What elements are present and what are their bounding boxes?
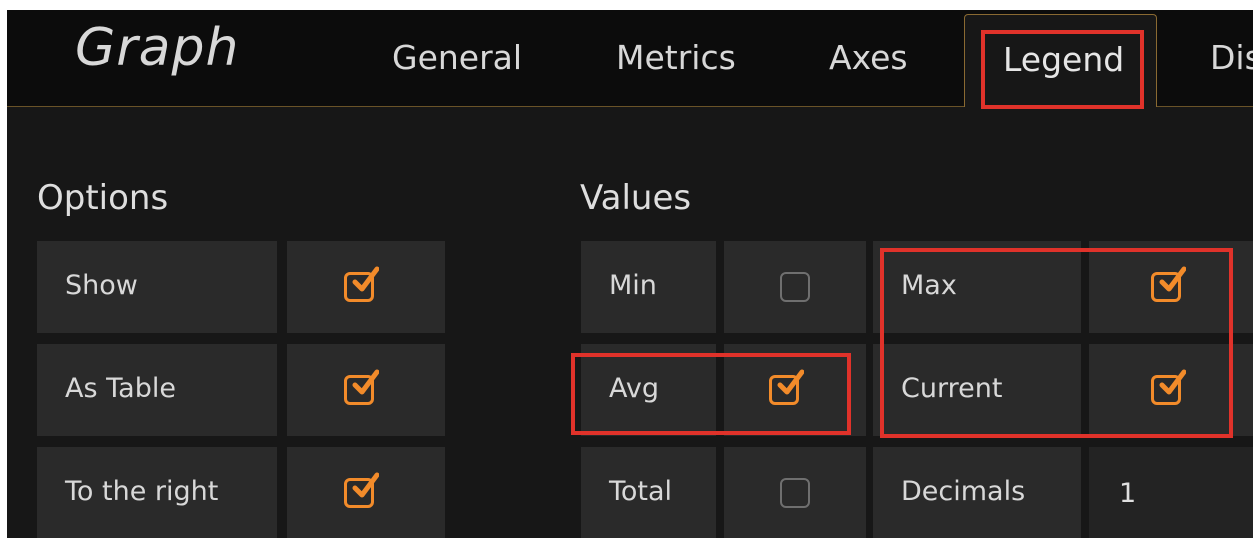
- option-show-checkbox-cell[interactable]: [287, 241, 445, 333]
- decimals-label: Decimals: [901, 476, 1026, 507]
- values-section-title: Values: [580, 178, 692, 218]
- value-total-label: Total: [609, 476, 673, 507]
- value-avg-label-cell: Avg: [581, 344, 716, 436]
- value-total-checkbox[interactable]: [780, 478, 810, 508]
- decimals-label-cell: Decimals: [873, 447, 1081, 538]
- check-icon: [777, 369, 804, 395]
- tab-metrics[interactable]: Metrics: [616, 38, 736, 77]
- value-min-checkbox[interactable]: [780, 272, 810, 302]
- editor-tab-bar: Graph General Metrics Axes Legend Dis: [7, 10, 1253, 107]
- value-avg-label: Avg: [609, 373, 660, 404]
- check-icon: [1159, 266, 1186, 292]
- graph-editor-panel: Graph General Metrics Axes Legend Dis Op…: [7, 10, 1253, 538]
- value-current-label: Current: [901, 373, 1003, 404]
- tab-display[interactable]: Dis: [1210, 38, 1253, 77]
- option-to-the-right-checkbox[interactable]: [344, 472, 379, 508]
- value-max-checkbox[interactable]: [1151, 266, 1186, 302]
- value-total-checkbox-cell[interactable]: [724, 447, 866, 538]
- decimals-input[interactable]: 1: [1089, 447, 1253, 538]
- tab-axes[interactable]: Axes: [829, 38, 908, 77]
- value-min-label-cell: Min: [581, 241, 716, 333]
- panel-title: Graph: [75, 18, 240, 78]
- value-min-checkbox-cell[interactable]: [724, 241, 866, 333]
- value-current-checkbox-cell[interactable]: [1089, 344, 1253, 436]
- option-show-checkbox[interactable]: [344, 266, 379, 302]
- check-icon: [1159, 369, 1186, 395]
- decimals-value: 1: [1119, 478, 1137, 509]
- option-as-table-checkbox-cell[interactable]: [287, 344, 445, 436]
- options-section-title: Options: [37, 178, 169, 218]
- option-show-label: Show: [65, 270, 138, 301]
- value-avg-checkbox[interactable]: [769, 369, 804, 405]
- option-show-label-cell: Show: [37, 241, 277, 333]
- option-as-table-label-cell: As Table: [37, 344, 277, 436]
- value-min-label: Min: [609, 270, 657, 301]
- option-to-the-right-label-cell: To the right: [37, 447, 277, 538]
- value-avg-checkbox-cell[interactable]: [724, 344, 866, 436]
- option-to-the-right-label: To the right: [65, 476, 219, 507]
- tab-general[interactable]: General: [392, 38, 522, 77]
- check-icon: [352, 266, 379, 292]
- check-icon: [352, 369, 379, 395]
- value-max-label-cell: Max: [873, 241, 1081, 333]
- value-total-label-cell: Total: [581, 447, 716, 538]
- value-max-checkbox-cell[interactable]: [1089, 241, 1253, 333]
- option-as-table-checkbox[interactable]: [344, 369, 379, 405]
- value-current-label-cell: Current: [873, 344, 1081, 436]
- value-current-checkbox[interactable]: [1151, 369, 1186, 405]
- tab-legend[interactable]: Legend: [964, 14, 1157, 107]
- tab-legend-label: Legend: [1003, 40, 1125, 79]
- option-as-table-label: As Table: [65, 373, 176, 404]
- check-icon: [352, 472, 379, 498]
- option-to-the-right-checkbox-cell[interactable]: [287, 447, 445, 538]
- value-max-label: Max: [901, 270, 957, 301]
